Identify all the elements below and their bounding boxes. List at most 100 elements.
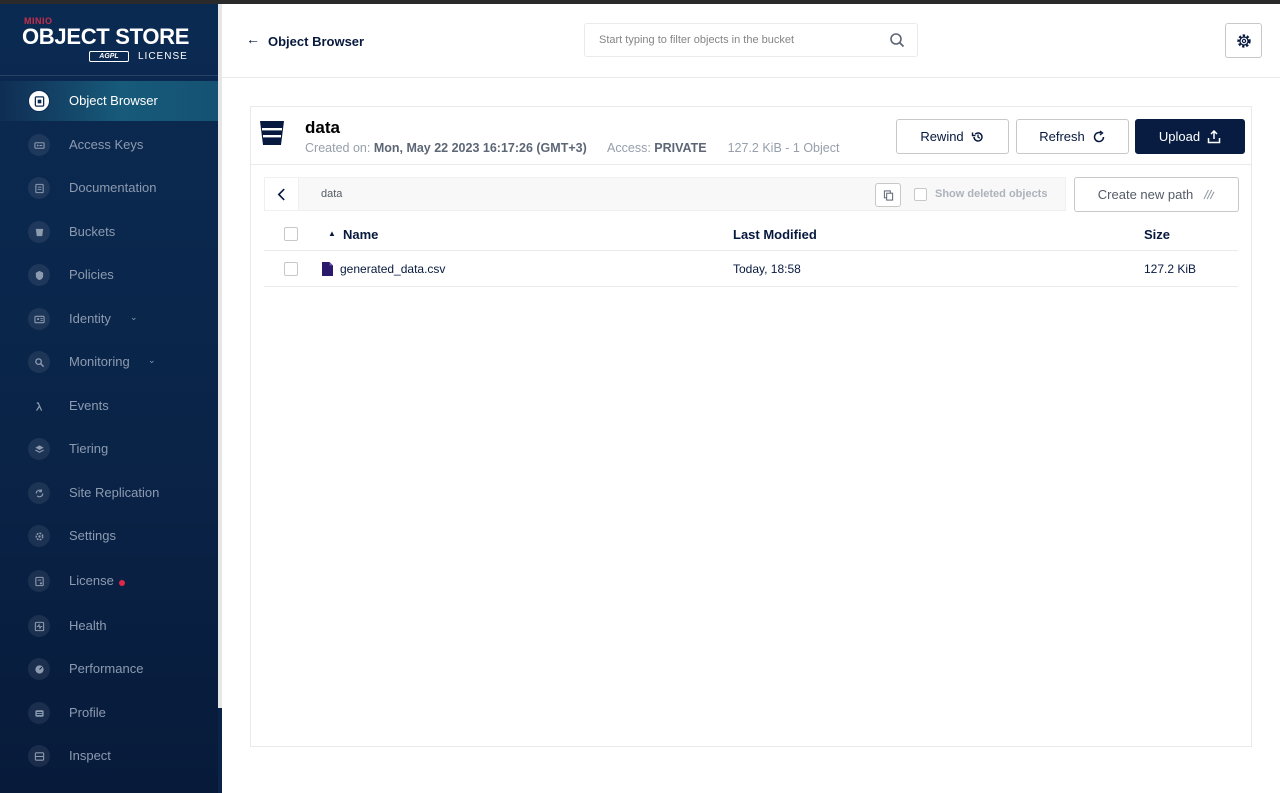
sidebar-scrollbar[interactable]	[218, 4, 222, 793]
select-all-checkbox[interactable]	[284, 227, 298, 241]
column-header-last-modified[interactable]: Last Modified	[733, 227, 817, 242]
lambda-icon	[28, 395, 50, 417]
file-name: generated_data.csv	[340, 262, 446, 276]
current-path[interactable]: data	[321, 188, 342, 200]
sidebar-item-label: Policies	[69, 267, 114, 282]
license-alert-dot	[119, 580, 125, 586]
bucket-header: data Created on: Mon, May 22 2023 16:17:…	[251, 107, 1251, 165]
minio-logo[interactable]: MINIO OBJECT STORE AGPL LICENSE	[0, 4, 218, 76]
bucket-panel: data Created on: Mon, May 22 2023 16:17:…	[250, 106, 1252, 747]
sidebar-item-performance[interactable]: Performance	[0, 649, 218, 689]
sidebar: MINIO OBJECT STORE AGPL LICENSE Object B…	[0, 4, 218, 793]
upload-icon	[1207, 129, 1221, 143]
sidebar-item-label: Buckets	[69, 224, 116, 239]
inspect-icon	[28, 745, 50, 767]
show-deleted-label[interactable]: Show deleted objects	[935, 188, 1047, 200]
path-back-button[interactable]	[265, 178, 299, 210]
sidebar-item-tiering[interactable]: Tiering	[0, 429, 218, 469]
chevron-down-icon: ⌄	[130, 312, 138, 322]
gear-icon	[1236, 33, 1251, 48]
sidebar-item-profile[interactable]: Profile	[0, 693, 218, 733]
sidebar-item-buckets[interactable]: Buckets	[0, 212, 218, 252]
documentation-icon	[28, 177, 50, 199]
upload-button[interactable]: Upload	[1135, 119, 1245, 154]
refresh-button[interactable]: Refresh	[1016, 119, 1129, 154]
sidebar-item-access-keys[interactable]: Access Keys	[0, 125, 218, 165]
rewind-label: Rewind	[920, 129, 964, 144]
file-icon	[322, 262, 333, 276]
tiering-icon	[28, 438, 50, 460]
sidebar-item-health[interactable]: Health	[0, 606, 218, 646]
sidebar-item-label: Tiering	[69, 441, 109, 456]
sidebar-item-identity[interactable]: Identity ⌄	[0, 299, 218, 339]
settings-icon	[28, 525, 50, 547]
column-header-name[interactable]: Name	[343, 227, 378, 242]
table-row[interactable]: generated_data.csv Today, 18:58 127.2 Ki…	[264, 252, 1238, 287]
new-path-icon	[1203, 189, 1215, 200]
back-arrow-icon[interactable]: ←	[246, 31, 260, 47]
sidebar-item-label: Object Browser	[69, 93, 158, 108]
file-last-modified: Today, 18:58	[733, 262, 801, 276]
copy-icon	[883, 189, 893, 201]
sidebar-item-label: Monitoring	[69, 354, 130, 369]
monitoring-icon	[28, 351, 50, 373]
access-value: PRIVATE	[654, 141, 707, 155]
column-header-size[interactable]: Size	[1144, 227, 1170, 242]
created-value: Mon, May 22 2023 16:17:26 (GMT+3)	[373, 141, 587, 155]
sidebar-item-documentation[interactable]: Documentation	[0, 168, 218, 208]
sidebar-item-inspect[interactable]: Inspect	[0, 736, 218, 776]
identity-icon	[28, 308, 50, 330]
search-input[interactable]: Start typing to filter objects in the bu…	[599, 34, 794, 46]
settings-button[interactable]	[1225, 23, 1262, 58]
scrollbar-thumb[interactable]	[218, 708, 222, 793]
license-icon	[28, 570, 50, 592]
sidebar-item-label: Settings	[69, 528, 116, 543]
bucket-icon	[260, 121, 284, 145]
sidebar-item-license[interactable]: License	[0, 561, 218, 601]
logo-product: OBJECT STORE	[22, 24, 190, 49]
copy-path-button[interactable]	[875, 183, 901, 207]
sidebar-item-site-replication[interactable]: Site Replication	[0, 473, 218, 513]
show-deleted-checkbox[interactable]	[914, 188, 927, 201]
search-icon[interactable]	[889, 32, 905, 48]
file-size: 127.2 KiB	[1144, 262, 1197, 276]
sidebar-item-object-browser[interactable]: Object Browser	[0, 81, 218, 121]
sidebar-item-monitoring[interactable]: Monitoring ⌄	[0, 342, 218, 382]
policies-icon	[28, 264, 50, 286]
access-label: Access:	[607, 141, 651, 155]
sidebar-item-label: Performance	[69, 661, 144, 676]
agpl-badge: AGPL	[89, 51, 129, 62]
site-replication-icon	[28, 482, 50, 504]
sidebar-item-events[interactable]: Events	[0, 386, 218, 426]
sidebar-item-policies[interactable]: Policies	[0, 255, 218, 295]
sidebar-item-label: Site Replication	[69, 485, 160, 500]
rewind-button[interactable]: Rewind	[896, 119, 1009, 154]
sidebar-item-settings[interactable]: Settings	[0, 516, 218, 556]
sidebar-item-label: Access Keys	[69, 137, 144, 152]
bucket-meta: Created on: Mon, May 22 2023 16:17:26 (G…	[305, 141, 839, 155]
created-label: Created on:	[305, 141, 371, 155]
bucket-name: data	[305, 118, 340, 137]
sidebar-item-label: License	[69, 573, 114, 588]
buckets-icon	[28, 221, 50, 243]
performance-icon	[28, 658, 50, 680]
refresh-icon	[1093, 129, 1105, 142]
create-path-label: Create new path	[1097, 187, 1194, 202]
health-icon	[28, 615, 50, 637]
bucket-summary: 127.2 KiB - 1 Object	[727, 141, 840, 155]
table-header: ▲ Name Last Modified Size	[264, 217, 1238, 251]
access-keys-icon	[28, 134, 50, 156]
refresh-label: Refresh	[1039, 129, 1085, 144]
row-checkbox[interactable]	[284, 262, 298, 276]
sidebar-item-label: Documentation	[69, 180, 157, 195]
sidebar-item-label: Profile	[69, 705, 106, 720]
object-filter-search[interactable]: Start typing to filter objects in the bu…	[584, 23, 918, 57]
profile-icon	[28, 702, 50, 724]
sidebar-item-label: Events	[69, 398, 109, 413]
sidebar-item-label: Identity	[69, 311, 111, 326]
sidebar-item-label: Health	[69, 618, 107, 633]
sort-ascending-icon[interactable]: ▲	[328, 229, 336, 238]
page-title[interactable]: Object Browser	[268, 34, 364, 49]
path-bar: data Show deleted objects	[264, 177, 1066, 211]
create-new-path-button[interactable]: Create new path	[1074, 177, 1239, 212]
